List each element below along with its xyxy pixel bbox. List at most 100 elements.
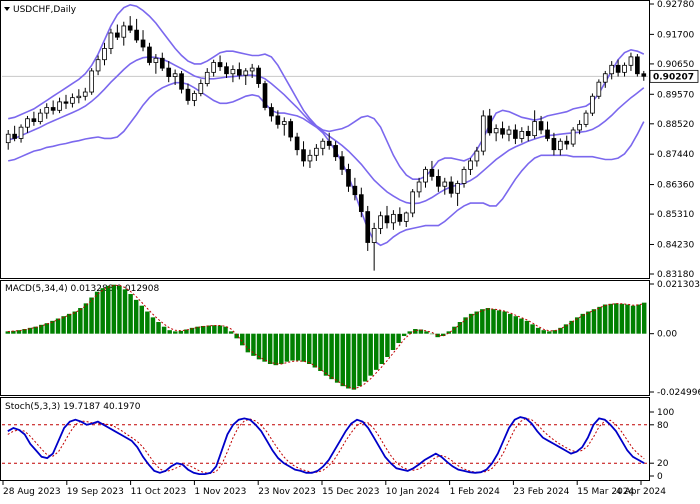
- macd-histogram-bar: [251, 333, 256, 356]
- candle-body-bearish: [166, 67, 172, 77]
- candle: [127, 16, 133, 33]
- candle-body-bullish: [192, 93, 197, 101]
- candle: [436, 169, 441, 192]
- macd-histogram-bar: [547, 331, 552, 334]
- candle: [500, 121, 505, 139]
- price-tick-label: 0.91700: [657, 30, 694, 40]
- price-tick-label: 0.87440: [657, 150, 694, 160]
- macd-histogram-bar: [139, 305, 145, 334]
- candle: [217, 55, 223, 71]
- candle-body-bullish: [583, 112, 589, 125]
- macd-histogram-bar: [586, 311, 591, 334]
- macd-histogram-bar: [574, 317, 580, 334]
- candle-body-bearish: [256, 67, 261, 84]
- macd-histogram-bar: [267, 333, 273, 365]
- macd-histogram-bar: [491, 309, 496, 334]
- candle-body-bullish: [455, 183, 460, 194]
- macd-histogram-bar: [396, 333, 401, 344]
- candle: [294, 132, 300, 156]
- candle: [198, 79, 204, 97]
- macd-histogram-bar: [429, 333, 435, 335]
- macd-histogram-bar: [290, 333, 295, 361]
- macd-histogram-bar: [524, 320, 530, 334]
- candle-body-bearish: [384, 215, 390, 224]
- candle-body-bearish: [339, 156, 345, 170]
- candle-body-bearish: [448, 181, 454, 194]
- macd-histogram-bar: [407, 331, 412, 334]
- candle-body-bullish: [423, 168, 428, 183]
- chart-title: USDCHF,Daily: [4, 5, 77, 15]
- candle: [31, 111, 37, 126]
- chart-svg: USDCHF,Daily MACD(5,34,4) 0.013288 0.012…: [0, 0, 700, 497]
- macd-histogram-bar: [619, 303, 625, 334]
- time-tick-label: 23 Feb 2024: [513, 487, 569, 497]
- candle: [474, 146, 480, 167]
- candle: [635, 54, 640, 77]
- candle-body-bullish: [519, 131, 525, 139]
- candle-body-bearish: [147, 46, 152, 63]
- macd-histogram-bar: [368, 333, 373, 376]
- candle: [121, 21, 127, 46]
- macd-histogram-bar: [83, 303, 89, 334]
- macd-histogram-bar: [312, 333, 318, 368]
- candle: [551, 132, 557, 156]
- macd-histogram-bar: [111, 284, 117, 334]
- candle-body-bullish: [474, 150, 480, 162]
- macd-histogram-bar: [200, 325, 206, 334]
- candle-body-bearish: [269, 107, 274, 117]
- candle: [37, 108, 43, 125]
- candle: [57, 97, 62, 114]
- candle-body-bearish: [564, 140, 570, 145]
- macd-histogram-bar: [100, 288, 105, 334]
- macd-histogram-bar: [374, 333, 379, 370]
- macd-histogram-bar: [318, 333, 323, 372]
- stoch-tick-label: 0: [657, 472, 663, 482]
- candle-body-bullish: [320, 140, 326, 149]
- candle-body-bullish: [416, 181, 422, 193]
- candle: [455, 180, 460, 206]
- candle-body-bullish: [172, 73, 178, 77]
- candle: [301, 141, 306, 167]
- macd-histogram-bar: [507, 313, 513, 334]
- candle-body-bearish: [159, 57, 165, 69]
- macd-histogram-bar: [44, 323, 50, 334]
- stoch-indicator: 100 80 20 0: [2, 408, 674, 482]
- candle-body-bearish: [237, 69, 242, 76]
- macd-histogram-bar: [106, 285, 111, 334]
- candle: [192, 90, 197, 107]
- candle: [346, 163, 351, 192]
- price-tick-label: 0.84230: [657, 240, 694, 250]
- candle: [564, 135, 570, 150]
- macd-label: MACD(5,34,4) 0.013288 0.012908: [5, 284, 160, 294]
- candles: [5, 16, 647, 271]
- macd-histogram-bar: [630, 305, 636, 334]
- macd-histogram-bar: [340, 333, 345, 387]
- candle-body-bearish: [275, 115, 281, 125]
- macd-histogram-bar: [256, 333, 262, 360]
- candle: [493, 124, 499, 142]
- stoch-signal-line: [7, 417, 645, 474]
- candle-body-bullish: [204, 71, 210, 84]
- macd-histogram-bar: [463, 317, 468, 334]
- macd-tick-label: -0.024996: [657, 388, 700, 398]
- macd-histogram-bar: [150, 317, 156, 334]
- candle: [519, 127, 525, 143]
- stoch-tick-label: 20: [657, 459, 669, 469]
- candle: [622, 62, 627, 77]
- macd-histogram-bar: [334, 333, 340, 383]
- candle-body-bullish: [371, 228, 377, 243]
- chart-root: USDCHF,Daily MACD(5,34,4) 0.013288 0.012…: [0, 0, 700, 500]
- macd-histogram-bar: [61, 316, 66, 334]
- macd-histogram-bar: [279, 333, 284, 365]
- candle-body-bearish: [50, 107, 56, 111]
- candle-body-bearish: [615, 64, 621, 73]
- candle-body-bullish: [403, 212, 409, 222]
- candle: [448, 176, 454, 198]
- candle: [307, 149, 313, 168]
- candle: [185, 83, 191, 105]
- candle-body-bullish: [590, 95, 595, 114]
- macd-histogram-bar: [217, 325, 223, 334]
- time-tick-label: 19 Sep 2023: [67, 487, 124, 497]
- candle: [134, 18, 139, 43]
- main-price-axis: 0.83180 0.84230 0.85310 0.86360 0.87440 0.885…: [649, 0, 699, 280]
